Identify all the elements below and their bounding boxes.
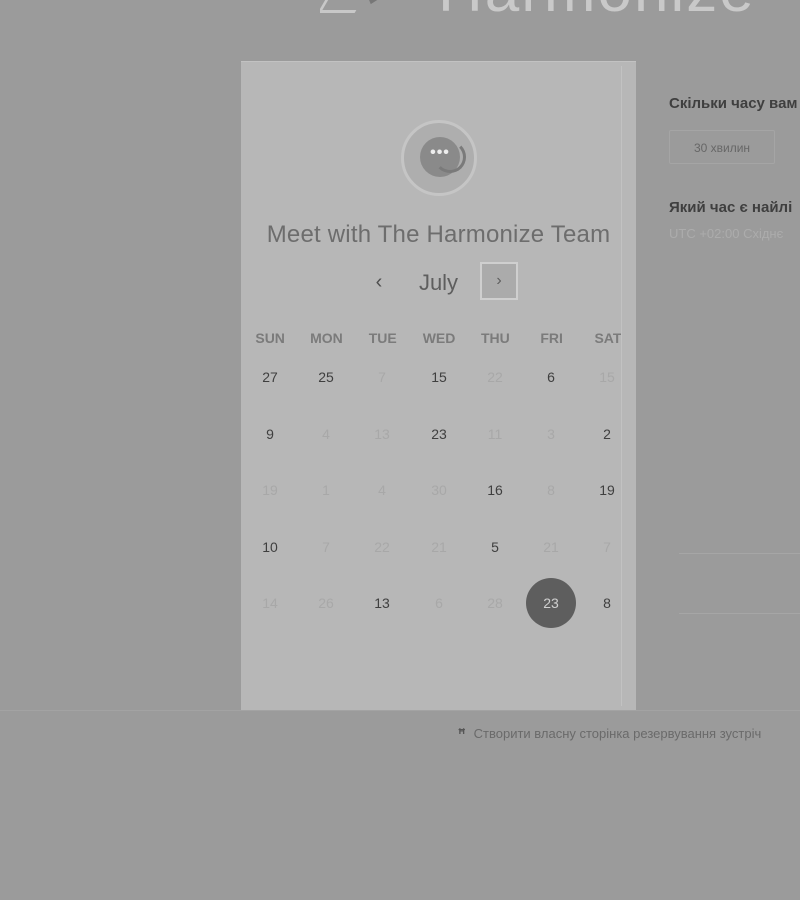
calendar-day[interactable]: 19 xyxy=(582,465,632,515)
booking-panel: Скільки часу вам 30 хвилин Який час є на… xyxy=(669,0,800,720)
calendar-day[interactable]: 8 xyxy=(582,578,632,628)
weekday-label: THU xyxy=(480,330,510,346)
weekday-label: SAT xyxy=(594,330,622,346)
calendar-day[interactable]: 9 xyxy=(245,409,295,459)
calendar-day: 14 xyxy=(262,595,278,611)
slot-divider xyxy=(679,553,800,554)
calendar-day[interactable]: 25 xyxy=(301,352,351,402)
calendar-day: 7 xyxy=(378,369,386,385)
duration-option-button[interactable]: 30 хвилин xyxy=(669,130,775,164)
calendar-day: 28 xyxy=(487,595,503,611)
sprocket-icon: ꟸ xyxy=(458,726,466,741)
calendar-day[interactable]: 2 xyxy=(582,409,632,459)
next-month-button[interactable]: › xyxy=(480,262,518,300)
calendar-day: 11 xyxy=(487,426,503,442)
calendar-day: 7 xyxy=(322,539,330,555)
calendar-day[interactable]: 6 xyxy=(526,352,576,402)
month-label: July xyxy=(418,270,459,295)
calendar-day: 21 xyxy=(543,539,559,555)
calendar-day[interactable]: 16 xyxy=(470,465,520,515)
prev-month-button[interactable]: ‹ xyxy=(367,271,391,295)
calendar-day[interactable]: 5 xyxy=(470,522,520,572)
time-question: Який час є найлі xyxy=(669,199,793,216)
weekday-label: FRI xyxy=(540,330,563,346)
team-avatar: ••• xyxy=(401,120,477,196)
brand-mark-icon xyxy=(320,0,372,13)
calendar-day: 1 xyxy=(322,482,330,498)
calendar-day: 4 xyxy=(322,426,330,442)
calendar-day: 4 xyxy=(378,482,386,498)
calendar-day: 30 xyxy=(431,482,447,498)
calendar-day: 19 xyxy=(262,482,278,498)
timezone-label[interactable]: UTC +02:00 Східнє xyxy=(669,226,783,241)
calendar-day: 6 xyxy=(435,595,443,611)
calendar-day: 8 xyxy=(547,482,555,498)
calendar-day: 15 xyxy=(599,369,615,385)
slot-divider xyxy=(679,613,800,614)
calendar-day-selected[interactable]: 23 xyxy=(526,578,576,628)
weekday-label: SUN xyxy=(255,330,285,346)
calendar-day[interactable]: 15 xyxy=(414,352,464,402)
footer-divider xyxy=(0,710,800,711)
weekday-label: TUE xyxy=(368,330,397,346)
calendar-day: 7 xyxy=(603,539,611,555)
calendar-day[interactable]: 10 xyxy=(245,522,295,572)
calendar-day[interactable]: 23 xyxy=(414,409,464,459)
weekday-header: SUN MON TUE WED THU FRI SAT xyxy=(241,330,638,346)
widget-divider xyxy=(621,66,622,706)
meeting-title: Meet with The Harmonize Team xyxy=(266,221,611,248)
chat-bubble-icon: ••• xyxy=(420,137,466,177)
calendar-day: 3 xyxy=(547,426,555,442)
calendar-day: 26 xyxy=(318,595,334,611)
weekday-label: MON xyxy=(310,330,343,346)
calendar-day: 22 xyxy=(374,539,390,555)
footer-link-text: Створити власну сторінка резервування зу… xyxy=(473,726,762,741)
calendar-day[interactable]: 13 xyxy=(357,578,407,628)
duration-question: Скільки часу вам xyxy=(669,95,798,112)
calendar-day[interactable]: 27 xyxy=(245,352,295,402)
create-booking-page-link[interactable]: ꟸ Створити власну сторінка резервування … xyxy=(458,726,761,742)
calendar-day: 21 xyxy=(431,539,447,555)
weekday-label: WED xyxy=(422,330,456,346)
calendar-day: 13 xyxy=(374,426,390,442)
scheduling-widget: ••• Meet with The Harmonize Team ‹ July … xyxy=(241,61,636,711)
calendar-day: 22 xyxy=(487,369,503,385)
